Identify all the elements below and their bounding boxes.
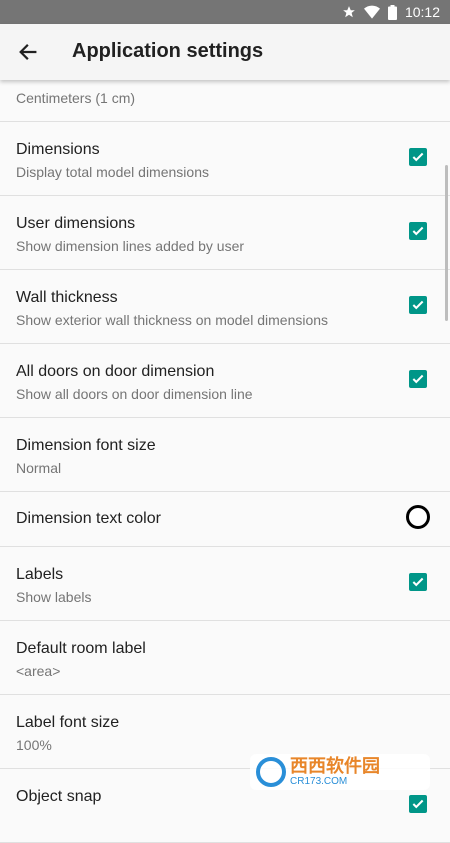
wall-thickness-checkbox[interactable] xyxy=(409,296,427,314)
color-swatch[interactable] xyxy=(406,505,430,529)
setting-summary: Show dimension lines added by user xyxy=(16,238,245,254)
setting-summary: Normal xyxy=(16,460,62,476)
page-title: Application settings xyxy=(72,40,264,62)
setting-user-dimensions[interactable]: User dimensions Show dimension lines add… xyxy=(0,196,450,270)
battery-icon xyxy=(387,4,397,20)
settings-list[interactable]: Units Centimeters (1 cm) Dimensions Disp… xyxy=(0,48,450,843)
all-doors-checkbox[interactable] xyxy=(409,370,427,388)
logo-icon xyxy=(256,757,286,787)
setting-summary: Show all doors on door dimension line xyxy=(16,386,253,402)
setting-dimension-text-color[interactable]: Dimension text color xyxy=(0,492,450,547)
star-icon xyxy=(342,5,356,19)
setting-summary: Centimeters (1 cm) xyxy=(16,90,136,106)
watermark-main: 西西软件园 xyxy=(290,756,380,776)
setting-summary: Show labels xyxy=(16,589,92,605)
setting-summary: Show exterior wall thickness on model di… xyxy=(16,312,329,328)
setting-title: Dimension text color xyxy=(16,510,161,527)
check-icon xyxy=(412,577,424,587)
check-icon xyxy=(412,226,424,236)
check-icon xyxy=(412,374,424,384)
setting-summary: <area> xyxy=(16,663,61,679)
labels-checkbox[interactable] xyxy=(409,573,427,591)
scrollbar[interactable] xyxy=(445,165,448,321)
check-icon xyxy=(412,152,424,162)
setting-title: User dimensions xyxy=(16,215,136,232)
watermark-sub: CR173.COM xyxy=(290,776,348,787)
setting-title: Object snap xyxy=(16,788,102,805)
setting-wall-thickness[interactable]: Wall thickness Show exterior wall thickn… xyxy=(0,270,450,344)
setting-default-room-label[interactable]: Default room label <area> xyxy=(0,621,450,695)
check-icon xyxy=(412,300,424,310)
status-time: 10:12 xyxy=(404,4,440,20)
object-snap-checkbox[interactable] xyxy=(409,795,427,813)
dimensions-checkbox[interactable] xyxy=(409,148,427,166)
setting-title: Dimension font size xyxy=(16,437,156,454)
setting-title: Wall thickness xyxy=(16,289,118,306)
wifi-icon xyxy=(363,5,380,19)
setting-labels[interactable]: Labels Show labels xyxy=(0,547,450,621)
setting-title: Dimensions xyxy=(16,141,100,158)
watermark-logo: 西西软件园 CR173.COM xyxy=(250,754,430,790)
arrow-back-icon[interactable] xyxy=(14,38,42,66)
setting-dimensions[interactable]: Dimensions Display total model dimension… xyxy=(0,122,450,196)
status-bar: 10:12 xyxy=(0,0,450,24)
setting-dimension-font-size[interactable]: Dimension font size Normal xyxy=(0,418,450,492)
setting-summary: Display total model dimensions xyxy=(16,164,209,180)
setting-title: Default room label xyxy=(16,640,146,657)
setting-all-doors[interactable]: All doors on door dimension Show all doo… xyxy=(0,344,450,418)
setting-title: Label font size xyxy=(16,714,120,731)
setting-title: Labels xyxy=(16,566,64,583)
check-icon xyxy=(412,799,424,809)
setting-summary: 100% xyxy=(16,737,52,753)
user-dimensions-checkbox[interactable] xyxy=(409,222,427,240)
setting-title: All doors on door dimension xyxy=(16,363,215,380)
app-bar: Application settings xyxy=(0,24,450,80)
